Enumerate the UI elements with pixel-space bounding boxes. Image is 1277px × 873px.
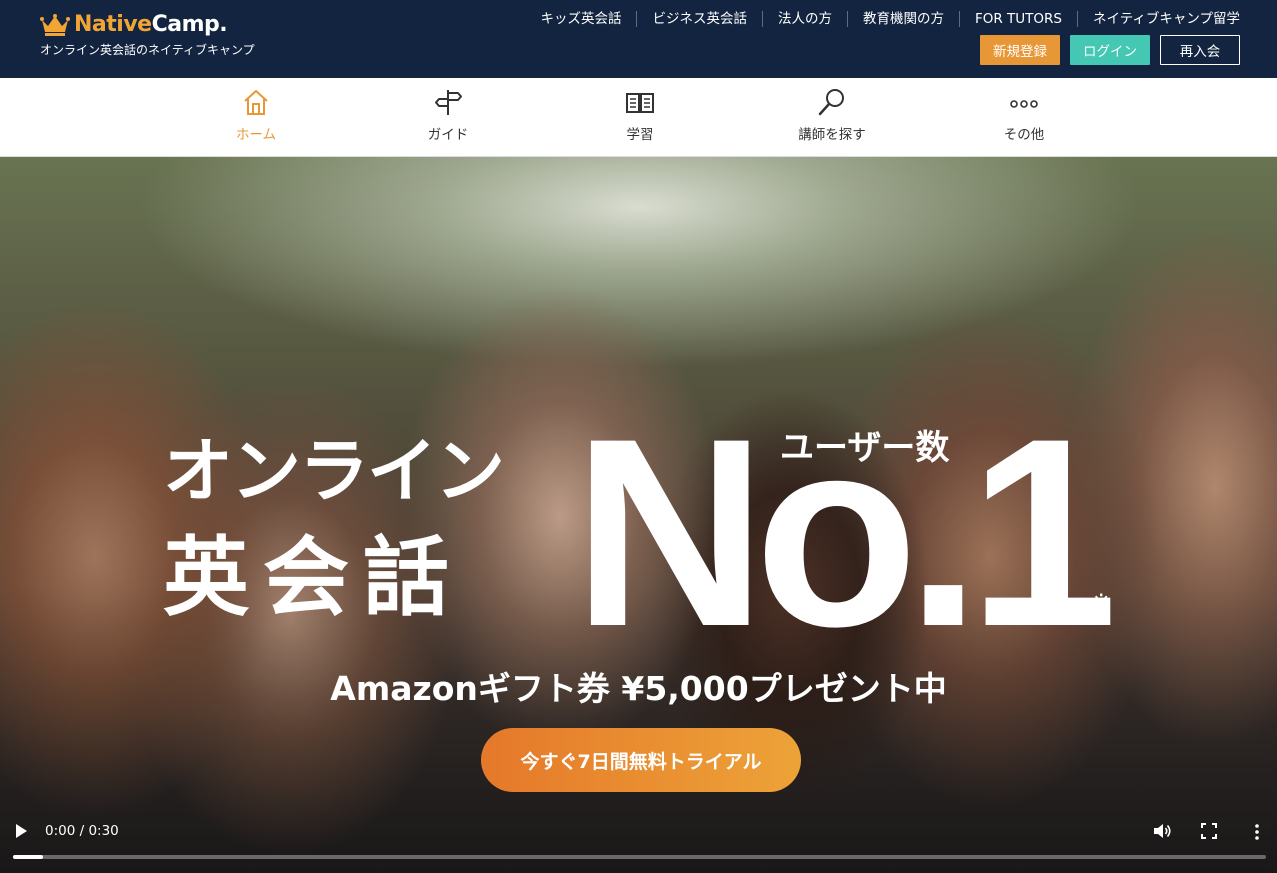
more-dots-icon xyxy=(1010,100,1038,108)
nav-link-corporate[interactable]: 法人の方 xyxy=(761,11,847,27)
logo[interactable]: Native Camp. xyxy=(40,12,228,37)
tab-more-label: その他 xyxy=(1003,127,1045,143)
tab-study[interactable]: 学習 xyxy=(580,78,700,157)
fullscreen-icon[interactable] xyxy=(1200,822,1218,840)
nav-link-for-tutors[interactable]: FOR TUTORS xyxy=(958,11,1077,27)
hero-gift-text: Amazonギフト券 ¥5,000プレゼント中 xyxy=(330,669,947,708)
video-time: 0:00 / 0:30 xyxy=(45,823,119,839)
signpost-icon xyxy=(435,90,462,115)
free-trial-button[interactable]: 今すぐ7日間無料トライアル xyxy=(481,728,801,792)
logo-text-native: Native xyxy=(74,12,152,37)
tab-find-tutor-label: 講師を探す xyxy=(798,127,866,143)
login-button[interactable]: ログイン xyxy=(1070,35,1150,65)
rejoin-button[interactable]: 再入会 xyxy=(1160,35,1240,65)
more-options-icon[interactable] xyxy=(1252,822,1262,842)
tab-guide[interactable]: ガイド xyxy=(388,78,508,157)
tagline: オンライン英会話のネイティブキャンプ xyxy=(40,43,255,57)
hero-video[interactable]: オンライン 英会話 No.1 ユーザー数 ※ Amazonギフト券 ¥5,000… xyxy=(0,157,1277,873)
play-icon[interactable] xyxy=(14,823,28,839)
sub-nav: ホーム ガイド 学習 講師を探す その他 xyxy=(0,78,1277,157)
tab-home[interactable]: ホーム xyxy=(196,78,316,157)
hero-headline-eikaiwa: 英会話 xyxy=(163,528,463,628)
crown-icon xyxy=(40,13,70,36)
search-icon xyxy=(818,89,844,116)
nav-link-kids[interactable]: キッズ英会話 xyxy=(525,11,636,27)
hero-users-label: ユーザー数 xyxy=(780,428,950,468)
book-icon xyxy=(626,93,654,113)
logo-text-camp: Camp. xyxy=(151,12,228,37)
video-progress-track[interactable] xyxy=(13,855,1266,859)
tab-find-tutor[interactable]: 講師を探す xyxy=(772,78,892,157)
video-controls: 0:00 / 0:30 xyxy=(0,812,1277,873)
volume-icon[interactable] xyxy=(1152,821,1172,841)
auth-buttons: 新規登録 ログイン 再入会 xyxy=(980,35,1240,65)
tab-study-label: 学習 xyxy=(626,127,654,143)
video-progress-fill xyxy=(13,855,44,859)
home-icon xyxy=(244,90,268,115)
hero-headline-online: オンライン xyxy=(163,430,505,512)
site-header: Native Camp. オンライン英会話のネイティブキャンプ キッズ英会話 ビジ… xyxy=(0,0,1277,78)
register-button[interactable]: 新規登録 xyxy=(980,35,1060,65)
nav-link-study-abroad[interactable]: ネイティブキャンプ留学 xyxy=(1076,11,1240,27)
tab-home-label: ホーム xyxy=(235,127,277,143)
nav-link-business[interactable]: ビジネス英会話 xyxy=(636,11,762,27)
top-nav: キッズ英会話 ビジネス英会話 法人の方 教育機関の方 FOR TUTORS ネイ… xyxy=(525,11,1240,27)
tab-more[interactable]: その他 xyxy=(964,78,1084,157)
hero-footnote-mark: ※ xyxy=(1092,591,1111,616)
tab-guide-label: ガイド xyxy=(427,127,469,143)
nav-link-education[interactable]: 教育機関の方 xyxy=(846,11,959,27)
